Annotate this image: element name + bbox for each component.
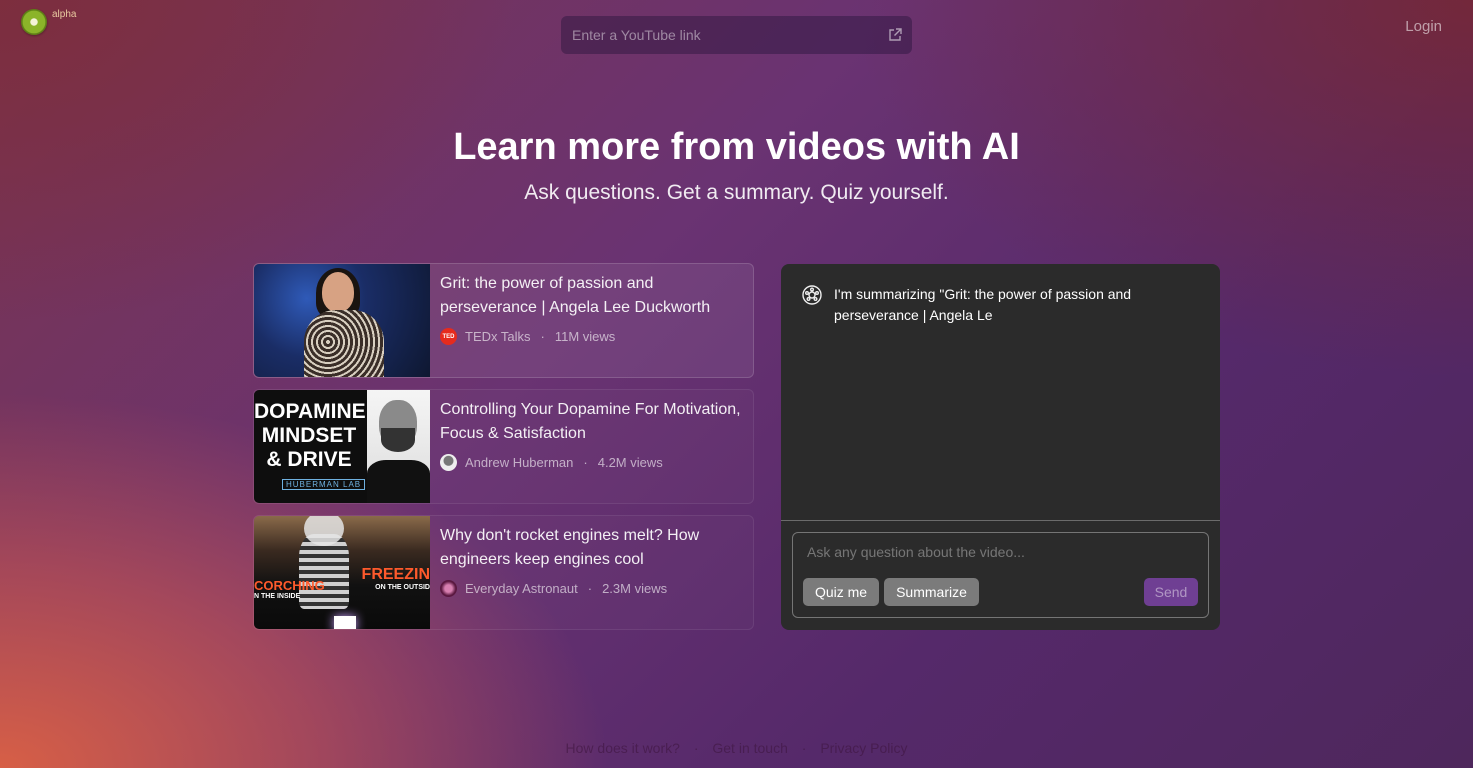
alpha-badge: alpha	[52, 9, 77, 20]
thumbnail-subtext: N THE INSIDE	[254, 593, 301, 600]
video-card[interactable]: FREEZIN ON THE OUTSID CORCHING N THE INS…	[253, 515, 754, 630]
video-thumbnail: FREEZIN ON THE OUTSID CORCHING N THE INS…	[254, 516, 430, 629]
kiwi-logo-icon	[17, 5, 51, 39]
channel-name: Andrew Huberman	[465, 455, 574, 470]
view-count: 2.3M views	[602, 581, 668, 596]
channel-name: Everyday Astronaut	[465, 581, 578, 596]
page-title: Learn more from videos with AI	[453, 126, 1020, 168]
video-title: Why don't rocket engines melt? How engin…	[440, 527, 700, 568]
video-title: Controlling Your Dopamine For Motivation…	[440, 401, 741, 442]
quiz-me-button[interactable]: Quiz me	[803, 578, 879, 606]
channel-avatar	[440, 580, 457, 597]
thumbnail-subtext: ON THE OUTSID	[375, 584, 430, 591]
view-count: 11M views	[554, 329, 616, 344]
thumbnail-text: FREEZIN	[361, 566, 430, 583]
video-thumbnail	[254, 264, 430, 377]
video-card[interactable]: Grit: the power of passion and persevera…	[253, 263, 754, 378]
youtube-link-input[interactable]	[570, 26, 887, 44]
login-link[interactable]: Login	[1405, 18, 1442, 35]
send-button[interactable]: Send	[1144, 578, 1198, 606]
channel-avatar: TED	[440, 328, 457, 345]
channel-name: TEDx Talks	[465, 329, 531, 344]
page-subtitle: Ask questions. Get a summary. Quiz yours…	[524, 181, 949, 204]
video-card[interactable]: DOPAMINE MINDSET & DRIVE HUBERMAN LAB Co…	[253, 389, 754, 504]
footer-link-privacy-policy[interactable]: Privacy Policy	[820, 740, 907, 756]
footer-link-get-in-touch[interactable]: Get in touch	[712, 740, 788, 756]
footer-link-how-it-works[interactable]: How does it work?	[566, 740, 680, 756]
thumbnail-text: DOPAMINE MINDSET & DRIVE	[254, 400, 366, 471]
footer: How does it work? · Get in touch · Priva…	[0, 740, 1473, 756]
logo[interactable]: alpha	[17, 5, 77, 39]
video-thumbnail: DOPAMINE MINDSET & DRIVE HUBERMAN LAB	[254, 390, 430, 503]
meta-separator: ·	[583, 455, 588, 470]
chat-divider	[781, 520, 1220, 521]
meta-separator: ·	[587, 581, 593, 596]
youtube-link-field[interactable]	[561, 16, 912, 54]
chat-message-text: I'm summarizing "Grit: the power of pass…	[834, 286, 1132, 323]
thumbnail-text: CORCHING	[254, 578, 325, 593]
external-link-icon[interactable]	[887, 27, 903, 43]
view-count: 4.2M views	[597, 455, 663, 470]
summarize-button[interactable]: Summarize	[884, 578, 979, 606]
video-list: Grit: the power of passion and persevera…	[253, 263, 754, 641]
channel-avatar	[440, 454, 457, 471]
footer-separator: ·	[693, 740, 699, 756]
ai-assistant-icon	[802, 285, 822, 305]
thumbnail-label: HUBERMAN LAB	[282, 479, 366, 490]
chat-panel: I'm summarizing "Grit: the power of pass…	[781, 264, 1220, 630]
meta-separator: ·	[540, 329, 545, 344]
video-title: Grit: the power of passion and persevera…	[440, 275, 711, 316]
question-input[interactable]	[805, 543, 1199, 561]
chat-message: I'm summarizing "Grit: the power of pass…	[801, 284, 1180, 326]
chat-input-box: Quiz me Summarize Send	[792, 532, 1209, 618]
footer-separator: ·	[801, 740, 807, 756]
